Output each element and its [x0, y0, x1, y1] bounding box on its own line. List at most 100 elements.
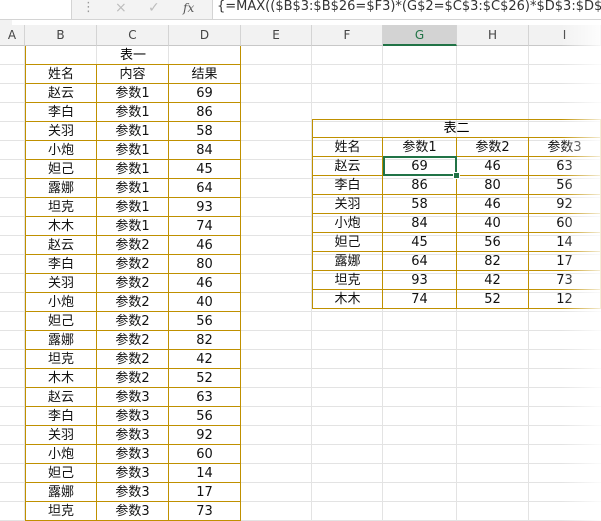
table1-cell[interactable]: 参数2 [97, 369, 169, 388]
table1-cell[interactable]: 李白 [25, 255, 97, 274]
table1-cell[interactable]: 参数3 [97, 388, 169, 407]
table1-cell[interactable]: 参数2 [97, 350, 169, 369]
table1-cell[interactable]: 69 [169, 84, 241, 103]
column-header-e[interactable]: E [241, 25, 312, 46]
table1-cell[interactable]: 60 [169, 445, 241, 464]
table2-cell[interactable]: 坦克 [312, 271, 383, 290]
table1-cell[interactable]: 赵云 [25, 388, 97, 407]
table1-cell[interactable]: 参数3 [97, 464, 169, 483]
table1-cell[interactable]: 妲己 [25, 312, 97, 331]
table1-cell[interactable]: 参数1 [97, 103, 169, 122]
table1-cell[interactable]: 赵云 [25, 84, 97, 103]
table1-cell[interactable]: 参数2 [97, 312, 169, 331]
table1-cell[interactable]: 84 [169, 141, 241, 160]
table1-cell[interactable]: 小炮 [25, 293, 97, 312]
table1-cell[interactable]: 参数3 [97, 445, 169, 464]
table1-cell[interactable]: 参数3 [97, 483, 169, 502]
table2-cell[interactable]: 露娜 [312, 252, 383, 271]
table1-cell[interactable]: 参数3 [97, 407, 169, 426]
table1-cell[interactable]: 木木 [25, 217, 97, 236]
table1-cell[interactable]: 妲己 [25, 464, 97, 483]
table2-cell[interactable]: 56 [529, 176, 601, 195]
table1-cell[interactable]: 坦克 [25, 350, 97, 369]
column-header-i[interactable]: I [529, 25, 601, 46]
table2-cell[interactable]: 45 [383, 233, 457, 252]
table2-header-cell[interactable]: 参数2 [457, 138, 529, 157]
table2-cell[interactable]: 80 [457, 176, 529, 195]
table2-cell[interactable]: 李白 [312, 176, 383, 195]
table1-cell[interactable]: 56 [169, 407, 241, 426]
table1-cell[interactable]: 参数1 [97, 198, 169, 217]
table2-cell[interactable]: 58 [383, 195, 457, 214]
table1-cell[interactable]: 露娜 [25, 331, 97, 350]
table1-cell[interactable]: 露娜 [25, 483, 97, 502]
table2-cell[interactable]: 木木 [312, 290, 383, 309]
fill-handle[interactable] [453, 172, 460, 179]
table1-cell[interactable]: 关羽 [25, 274, 97, 293]
table1-cell[interactable]: 关羽 [25, 122, 97, 141]
table2-cell[interactable]: 46 [457, 195, 529, 214]
table2-cell[interactable]: 82 [457, 252, 529, 271]
table2-cell[interactable]: 52 [457, 290, 529, 309]
cancel-icon[interactable]: × [115, 0, 127, 16]
table1-cell[interactable]: 80 [169, 255, 241, 274]
table1-cell[interactable]: 小炮 [25, 445, 97, 464]
table1-cell[interactable]: 参数1 [97, 84, 169, 103]
table1-cell[interactable]: 42 [169, 350, 241, 369]
table1-cell[interactable]: 参数1 [97, 122, 169, 141]
table1-cell[interactable]: 74 [169, 217, 241, 236]
table1-cell[interactable]: 63 [169, 388, 241, 407]
table1-header-cell[interactable]: 结果 [169, 65, 241, 84]
table1-cell[interactable]: 40 [169, 293, 241, 312]
table1-cell[interactable]: 82 [169, 331, 241, 350]
confirm-icon[interactable]: ✓ [148, 0, 160, 16]
table2-cell[interactable]: 93 [383, 271, 457, 290]
table1-cell[interactable]: 李白 [25, 103, 97, 122]
table2-cell[interactable]: 妲己 [312, 233, 383, 252]
column-header-c[interactable]: C [97, 25, 169, 46]
table1-cell[interactable]: 14 [169, 464, 241, 483]
table1-cell[interactable]: 参数3 [97, 426, 169, 445]
table1-cell[interactable]: 92 [169, 426, 241, 445]
table2-cell[interactable]: 63 [529, 157, 601, 176]
table1-cell[interactable]: 17 [169, 483, 241, 502]
table1-cell[interactable]: 参数2 [97, 293, 169, 312]
column-header-g[interactable]: G [383, 25, 457, 46]
table2-cell[interactable]: 64 [383, 252, 457, 271]
table2-cell[interactable]: 42 [457, 271, 529, 290]
table1-cell[interactable]: 参数2 [97, 236, 169, 255]
table1-cell[interactable]: 小炮 [25, 141, 97, 160]
table2-cell[interactable]: 小炮 [312, 214, 383, 233]
formula-bar-menu-icon[interactable]: ⋮ [82, 0, 95, 16]
table2-cell[interactable]: 84 [383, 214, 457, 233]
column-header-b[interactable]: B [25, 25, 97, 46]
table2-cell[interactable]: 40 [457, 214, 529, 233]
table1-cell[interactable]: 参数1 [97, 160, 169, 179]
table2-cell[interactable]: 14 [529, 233, 601, 252]
table1-cell[interactable]: 73 [169, 502, 241, 521]
table1-cell[interactable]: 参数2 [97, 331, 169, 350]
table1-cell[interactable]: 参数3 [97, 502, 169, 521]
table2-cell[interactable]: 60 [529, 214, 601, 233]
table1-cell[interactable]: 52 [169, 369, 241, 388]
table1-cell[interactable]: 坦克 [25, 502, 97, 521]
table1-cell[interactable]: 妲己 [25, 160, 97, 179]
table1-cell[interactable]: 参数1 [97, 141, 169, 160]
table1-cell[interactable]: 参数1 [97, 179, 169, 198]
table1-cell[interactable]: 李白 [25, 407, 97, 426]
table1-cell[interactable]: 露娜 [25, 179, 97, 198]
table2-cell[interactable]: 74 [383, 290, 457, 309]
table1-cell[interactable]: 木木 [25, 369, 97, 388]
table1-cell[interactable]: 参数1 [97, 217, 169, 236]
table1-cell[interactable]: 58 [169, 122, 241, 141]
table1-cell[interactable]: 86 [169, 103, 241, 122]
table1-header-cell[interactable]: 内容 [97, 65, 169, 84]
table2-cell[interactable]: 86 [383, 176, 457, 195]
table2-cell[interactable]: 92 [529, 195, 601, 214]
function-icon[interactable]: fx [183, 0, 194, 16]
table1-cell[interactable]: 45 [169, 160, 241, 179]
column-header-a[interactable]: A [0, 25, 25, 46]
table1-header-cell[interactable]: 姓名 [25, 65, 97, 84]
table2-cell[interactable]: 赵云 [312, 157, 383, 176]
table1-cell[interactable]: 46 [169, 236, 241, 255]
